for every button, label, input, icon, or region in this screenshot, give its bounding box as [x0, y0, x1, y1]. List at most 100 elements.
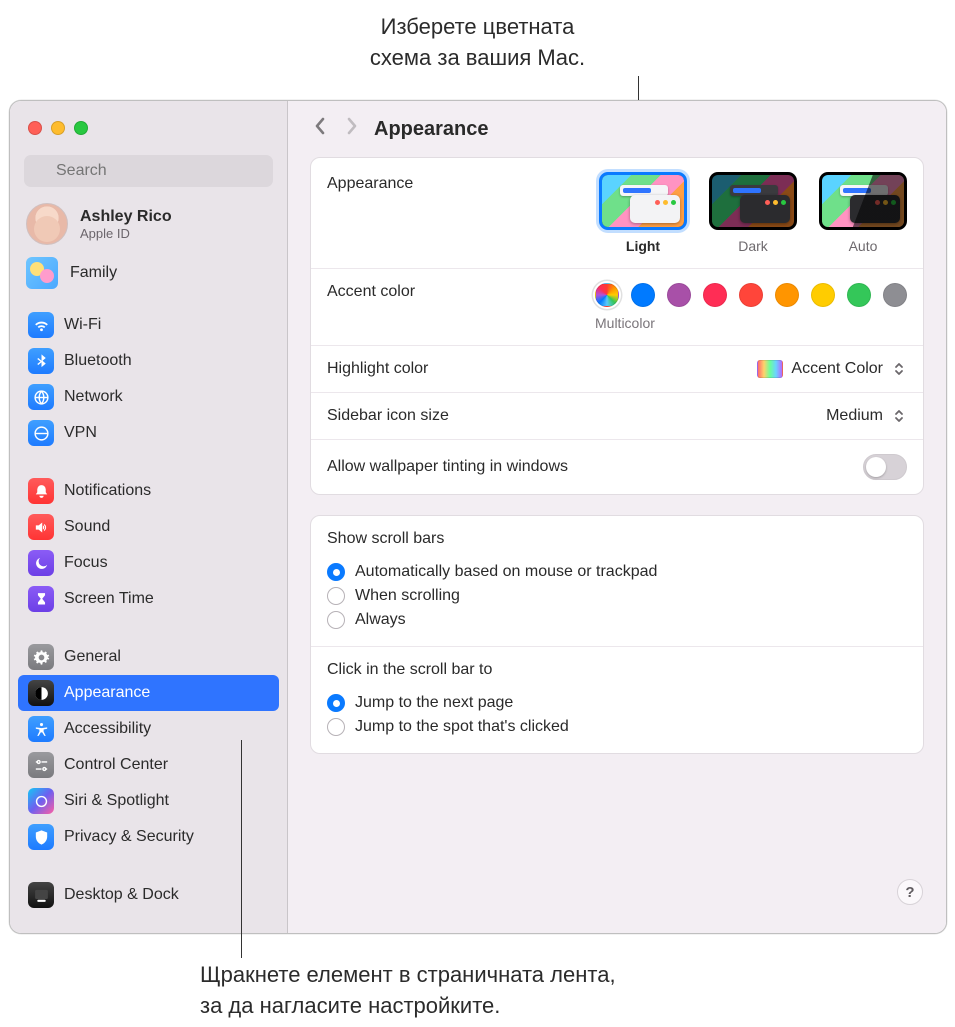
scrollclick-option[interactable]: Jump to the next page [327, 691, 569, 715]
wallpaper-tinting-toggle[interactable] [863, 454, 907, 480]
appearance-mode-group: Light Dark Auto [599, 172, 907, 254]
radio-icon [327, 611, 345, 629]
row-label-tinting: Allow wallpaper tinting in windows [327, 458, 863, 476]
row-label-iconsize: Sidebar icon size [327, 407, 826, 425]
sidebar-item-desktop-dock[interactable]: Desktop & Dock [18, 877, 279, 913]
click-title: Click in the scroll bar to [327, 661, 492, 679]
scrollbars-option-label: When scrolling [355, 587, 460, 605]
highlight-color-select[interactable]: Accent Color [757, 360, 907, 378]
sidebar-item-network[interactable]: Network [18, 379, 279, 415]
sidebar-item-apple-id[interactable]: Ashley Rico Apple ID [10, 197, 287, 251]
moon-icon [28, 550, 54, 576]
accent-swatch[interactable] [883, 283, 907, 307]
accent-color-group [595, 283, 907, 307]
highlight-swatch-icon [757, 360, 783, 378]
scrollbars-option-label: Always [355, 611, 406, 629]
row-label-accent: Accent color [327, 283, 595, 301]
scrollbars-title: Show scroll bars [327, 530, 444, 548]
wifi-icon [28, 312, 54, 338]
sidebar-item-siri-spotlight[interactable]: Siri & Spotlight [18, 783, 279, 819]
nav-back-button[interactable] [310, 117, 330, 141]
scrollclick-option-label: Jump to the next page [355, 694, 513, 712]
sidebar-item-screen-time[interactable]: Screen Time [18, 581, 279, 617]
accent-swatch[interactable] [631, 283, 655, 307]
family-icon [26, 257, 58, 289]
scrollclick-option[interactable]: Jump to the spot that's clicked [327, 715, 569, 739]
sidebar-item-label: General [64, 648, 121, 666]
sidebar-item-focus[interactable]: Focus [18, 545, 279, 581]
zoom-button[interactable] [74, 121, 88, 135]
appearance-mode-dark[interactable]: Dark [709, 172, 797, 254]
callout-text: схема за вашия Mac. [0, 43, 955, 74]
appearance-mode-auto[interactable]: Auto [819, 172, 907, 254]
sidebar-item-notifications[interactable]: Notifications [18, 473, 279, 509]
sidebar-item-label: VPN [64, 424, 97, 442]
sidebar-item-appearance[interactable]: Appearance [18, 675, 279, 711]
sidebar-item-label: Siri & Spotlight [64, 792, 169, 810]
minimize-button[interactable] [51, 121, 65, 135]
accent-swatch[interactable] [811, 283, 835, 307]
radio-icon [327, 718, 345, 736]
page-title: Appearance [374, 118, 489, 141]
callout-top: Изберете цветната схема за вашия Mac. [0, 12, 955, 74]
sidebar-item-general[interactable]: General [18, 639, 279, 675]
sidebar-item-accessibility[interactable]: Accessibility [18, 711, 279, 747]
accent-swatch[interactable] [739, 283, 763, 307]
close-button[interactable] [28, 121, 42, 135]
main-pane: Appearance Appearance Light Dark [288, 101, 946, 933]
sidebar-item-wi-fi[interactable]: Wi-Fi [18, 307, 279, 343]
accent-multicolor[interactable] [595, 283, 619, 307]
sidebar-item-label: Desktop & Dock [64, 886, 179, 904]
sidebar-item-label: Bluetooth [64, 352, 132, 370]
sidebar-item-label: Accessibility [64, 720, 151, 738]
vpn-icon [28, 420, 54, 446]
row-label-highlight: Highlight color [327, 360, 757, 378]
nav-forward-button[interactable] [342, 117, 362, 141]
control-icon [28, 752, 54, 778]
chevron-updown-icon [891, 407, 907, 425]
window-traffic-lights [10, 101, 287, 155]
help-button[interactable]: ? [897, 879, 923, 905]
callout-text: Щракнете елемент в страничната лента, [200, 960, 616, 991]
icon-size-select[interactable]: Medium [826, 407, 907, 425]
callout-text: Изберете цветната [0, 12, 955, 43]
accent-swatch[interactable] [775, 283, 799, 307]
scroll-panel: Show scroll bars Automatically based on … [310, 515, 924, 754]
siri-icon [28, 788, 54, 814]
sidebar-item-vpn[interactable]: VPN [18, 415, 279, 451]
accessibility-icon [28, 716, 54, 742]
sidebar-item-sound[interactable]: Sound [18, 509, 279, 545]
search-input[interactable] [24, 155, 273, 187]
radio-icon [327, 694, 345, 712]
dock-icon [28, 882, 54, 908]
content-scroll[interactable]: Appearance Light Dark Auto [288, 157, 946, 796]
network-icon [28, 384, 54, 410]
sidebar-item-privacy-security[interactable]: Privacy & Security [18, 819, 279, 855]
scrollbars-option[interactable]: Automatically based on mouse or trackpad [327, 560, 657, 584]
scrollbars-option[interactable]: When scrolling [327, 584, 657, 608]
accent-swatch[interactable] [847, 283, 871, 307]
accent-swatch[interactable] [703, 283, 727, 307]
bluetooth-icon [28, 348, 54, 374]
hourglass-icon [28, 586, 54, 612]
sidebar-item-control-center[interactable]: Control Center [18, 747, 279, 783]
appearance-mode-label: Auto [849, 238, 878, 254]
appearance-mode-label: Dark [738, 238, 768, 254]
system-settings-window: Ashley Rico Apple ID Family Wi-Fi Bluetoo… [9, 100, 947, 934]
scrollclick-option-label: Jump to the spot that's clicked [355, 718, 569, 736]
accent-selected-label: Multicolor [595, 315, 655, 331]
radio-icon [327, 587, 345, 605]
appearance-mode-light[interactable]: Light [599, 172, 687, 254]
sidebar-item-label: Notifications [64, 482, 151, 500]
sidebar-item-label: Appearance [64, 684, 150, 702]
row-label-appearance: Appearance [327, 172, 599, 193]
sidebar-item-family[interactable]: Family [10, 251, 287, 303]
sidebar-item-label: Focus [64, 554, 108, 572]
sidebar-item-bluetooth[interactable]: Bluetooth [18, 343, 279, 379]
scrollbars-option[interactable]: Always [327, 608, 657, 632]
callout-text: за да нагласите настройките. [200, 991, 616, 1022]
sidebar-item-label: Network [64, 388, 123, 406]
gear-icon [28, 644, 54, 670]
bell-icon [28, 478, 54, 504]
accent-swatch[interactable] [667, 283, 691, 307]
